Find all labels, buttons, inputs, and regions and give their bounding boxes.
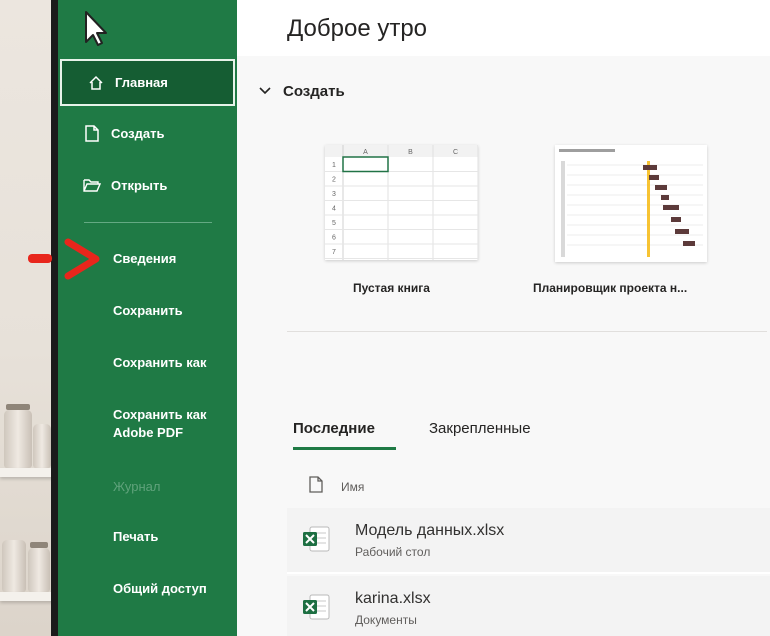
excel-file-icon: [301, 592, 331, 622]
annotation-arrow-icon: [28, 238, 102, 282]
page-title: Доброе утро: [287, 15, 428, 42]
excel-file-icon: [301, 524, 331, 554]
sidebar-item-label: Открыть: [111, 177, 168, 193]
sidebar-item-label: Сохранить как Adobe PDF: [113, 407, 207, 440]
spreadsheet-grid-thumbnail: A B C 1 2 3 4 5 6 7: [325, 145, 479, 260]
row-header-label: 2: [332, 177, 336, 184]
back-arrow-icon[interactable]: [76, 8, 116, 48]
column-header-label: C: [453, 149, 458, 156]
section-divider: [287, 331, 767, 332]
sidebar-item-label: Печать: [113, 528, 159, 544]
row-header-label: 5: [332, 220, 336, 227]
file-name: karina.xlsx: [355, 590, 431, 607]
create-section-toggle[interactable]: Создать: [259, 82, 345, 100]
home-icon: [87, 74, 105, 92]
sidebar-item-new[interactable]: Создать: [58, 113, 237, 153]
sidebar-item-label: Сохранить как: [113, 354, 207, 370]
file-row[interactable]: karina.xlsx Документы: [287, 576, 770, 636]
template-project-planner[interactable]: Планировщик проекта н...: [533, 145, 733, 305]
row-separator: [287, 572, 770, 574]
template-caption: Планировщик проекта н...: [533, 281, 688, 295]
sidebar-item-home[interactable]: Главная: [60, 59, 235, 106]
column-header-label: B: [408, 149, 413, 156]
tab-recent[interactable]: Последние: [293, 420, 375, 437]
jar-decoration: [4, 410, 32, 468]
sidebar-item-print[interactable]: Печать: [58, 516, 237, 556]
file-location: Документы: [355, 613, 417, 627]
row-header-label: 3: [332, 191, 336, 198]
sidebar-item-label: Создать: [111, 125, 165, 141]
sidebar-item-save[interactable]: Сохранить: [58, 290, 237, 330]
section-title: Создать: [283, 82, 345, 100]
jar-lid-decoration: [30, 542, 48, 548]
sidebar-item-history: Журнал: [58, 466, 237, 506]
new-document-icon: [83, 124, 101, 142]
sidebar-item-label: Сохранить: [113, 302, 183, 318]
row-header-label: 4: [332, 206, 336, 213]
shelf-decoration: [0, 592, 56, 601]
template-blank-workbook[interactable]: A B C 1 2 3 4 5 6 7 Пустая книга: [325, 145, 485, 305]
sidebar-item-open[interactable]: Открыть: [58, 165, 237, 205]
background-photo: [0, 0, 56, 636]
sidebar-divider: [84, 222, 212, 223]
tab-active-indicator: [293, 447, 396, 450]
sidebar-item-label: Сведения: [113, 250, 177, 266]
row-header-label: 1: [332, 162, 336, 169]
jar-decoration: [2, 540, 26, 592]
gantt-chart-thumbnail: [559, 149, 703, 257]
file-icon: [309, 476, 323, 498]
row-header-label: 6: [332, 235, 336, 242]
row-header-label: 7: [332, 249, 336, 256]
template-thumbnail: [555, 145, 707, 262]
file-list-header: Имя: [287, 470, 770, 504]
jar-lid-decoration: [6, 404, 30, 410]
template-caption: Пустая книга: [353, 281, 430, 295]
file-name: Модель данных.xlsx: [355, 522, 505, 539]
file-location: Рабочий стол: [355, 545, 431, 559]
file-row[interactable]: Модель данных.xlsx Рабочий стол: [287, 508, 770, 572]
folder-open-icon: [83, 176, 101, 194]
sidebar-item-save-as-pdf[interactable]: Сохранить как Adobe PDF: [58, 402, 233, 446]
chevron-down-icon: [259, 82, 271, 100]
selected-cell: [342, 156, 389, 173]
sidebar-item-label: Главная: [115, 75, 168, 90]
template-thumbnail: A B C 1 2 3 4 5 6 7: [325, 145, 479, 260]
sidebar-item-save-as[interactable]: Сохранить как: [58, 342, 237, 382]
jar-decoration: [33, 424, 51, 468]
column-header-label: A: [363, 149, 368, 156]
photo-edge: [51, 0, 58, 636]
sidebar-item-label: Журнал: [113, 478, 161, 494]
shelf-decoration: [0, 468, 56, 477]
jar-decoration: [28, 548, 50, 592]
main-panel: Доброе утро Создать A B C 1 2 3 4 5 6 7 Пустая кн…: [237, 0, 770, 636]
header-area: Доброе утро: [237, 0, 770, 56]
sidebar: Главная Создать Открыть Сведения Сохрани…: [58, 0, 237, 636]
column-header-name: Имя: [341, 480, 365, 494]
sidebar-item-label: Общий доступ: [113, 580, 207, 596]
sidebar-item-share[interactable]: Общий доступ: [58, 568, 237, 608]
tab-pinned[interactable]: Закрепленные: [429, 420, 531, 437]
